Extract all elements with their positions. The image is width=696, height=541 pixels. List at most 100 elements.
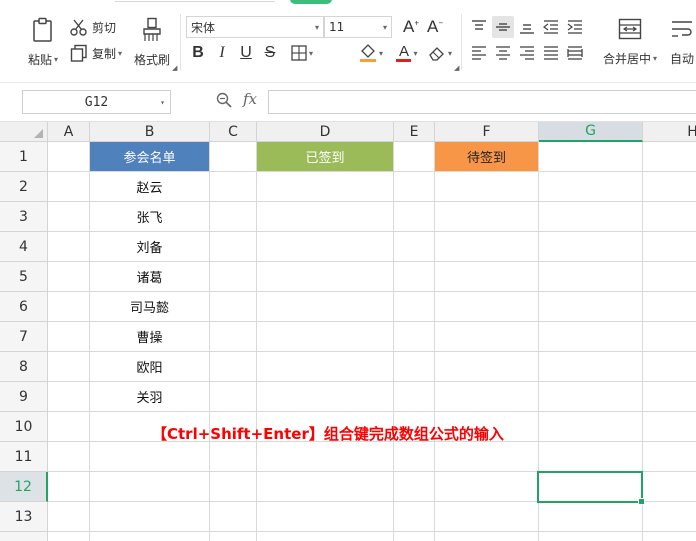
grid-cell[interactable]	[539, 142, 643, 172]
row-header-13[interactable]: 13	[0, 502, 48, 532]
grid-cell[interactable]	[210, 352, 257, 382]
grid-cell[interactable]	[210, 292, 257, 322]
format-painter-button[interactable]: 格式刷	[132, 14, 172, 70]
grid-cell[interactable]	[643, 322, 696, 352]
grid-cell[interactable]	[643, 442, 696, 472]
clear-format-dropdown-icon[interactable]: ▾	[448, 49, 452, 58]
grid-cell[interactable]	[643, 352, 696, 382]
borders-button[interactable]: ▾	[286, 42, 318, 64]
font-family-select[interactable]: 宋体 ▾	[186, 16, 324, 38]
cell-b6-name[interactable]: 司马懿	[90, 292, 210, 322]
grid-cell[interactable]	[210, 502, 257, 532]
grid-cell[interactable]	[394, 352, 435, 382]
merge-center-button[interactable]: 合并居中 ▾	[598, 14, 662, 70]
grid-cell[interactable]	[257, 382, 394, 412]
cell-b9-name[interactable]: 关羽	[90, 382, 210, 412]
column-header-e[interactable]: E	[394, 122, 435, 142]
grid-cell[interactable]	[539, 172, 643, 202]
grid-cell[interactable]	[539, 532, 643, 541]
name-box-dropdown-icon[interactable]: ▾	[160, 98, 165, 107]
grid-cell[interactable]	[48, 382, 90, 412]
grid-cell[interactable]	[257, 532, 394, 541]
column-header-a[interactable]: A	[48, 122, 90, 142]
clear-format-button[interactable]: ▾	[424, 42, 456, 64]
row-header-8[interactable]: 8	[0, 352, 48, 382]
grid-cell[interactable]	[210, 532, 257, 541]
grid-cell[interactable]	[257, 352, 394, 382]
grid-cell[interactable]	[48, 502, 90, 532]
grid-cell[interactable]	[210, 472, 257, 502]
copy-dropdown-icon[interactable]: ▾	[118, 49, 122, 58]
merge-center-dropdown-icon[interactable]: ▾	[653, 54, 657, 63]
tab-active-indicator[interactable]	[290, 0, 332, 4]
grid-cell[interactable]	[643, 472, 696, 502]
grid-cell[interactable]	[539, 262, 643, 292]
grid-cell[interactable]	[48, 352, 90, 382]
column-header-b[interactable]: B	[90, 122, 210, 142]
grid-cell[interactable]	[48, 142, 90, 172]
grid-cell[interactable]	[539, 502, 643, 532]
grid-cell[interactable]	[257, 442, 394, 472]
align-left-button[interactable]	[468, 42, 490, 64]
paste-button[interactable]: 粘贴 ▾	[24, 14, 62, 70]
grid-cell[interactable]	[643, 232, 696, 262]
align-center-button[interactable]	[492, 42, 514, 64]
grid-cell[interactable]	[643, 292, 696, 322]
row-header-11[interactable]: 11	[0, 442, 48, 472]
bold-button[interactable]: B	[188, 42, 208, 64]
grid-cell[interactable]	[257, 232, 394, 262]
grid-cell[interactable]	[48, 172, 90, 202]
decrease-indent-button[interactable]	[540, 16, 562, 38]
row-header-12[interactable]: 12	[0, 472, 48, 502]
grid-cell[interactable]	[257, 502, 394, 532]
grid-cell[interactable]	[394, 532, 435, 541]
grid-cell[interactable]	[435, 532, 539, 541]
grid-cell[interactable]	[394, 262, 435, 292]
row-header-7[interactable]: 7	[0, 322, 48, 352]
cell-b3-name[interactable]: 张飞	[90, 202, 210, 232]
align-top-button[interactable]	[468, 16, 490, 38]
auto-wrap-button[interactable]: 自动	[670, 14, 696, 70]
grid-cell[interactable]	[643, 142, 696, 172]
font-size-select[interactable]: 11 ▾	[324, 16, 392, 38]
grid-cell[interactable]	[435, 232, 539, 262]
cell-b1-header[interactable]: 参会名单	[90, 142, 210, 172]
grid-cell[interactable]	[90, 442, 210, 472]
align-middle-button[interactable]	[492, 16, 514, 38]
copy-button[interactable]: 复制 ▾	[70, 42, 122, 64]
grid-cell[interactable]	[210, 172, 257, 202]
paste-dropdown-icon[interactable]: ▾	[54, 55, 58, 64]
distributed-align-button[interactable]	[564, 42, 586, 64]
grid-cell[interactable]	[643, 412, 696, 442]
grid-cell[interactable]	[257, 472, 394, 502]
grid-cell[interactable]	[210, 232, 257, 262]
grid-cell[interactable]	[435, 262, 539, 292]
grid-cell[interactable]	[90, 532, 210, 541]
grid-cell[interactable]	[48, 322, 90, 352]
cell-b4-name[interactable]: 刘备	[90, 232, 210, 262]
cut-button[interactable]: 剪切	[70, 16, 116, 38]
font-color-button[interactable]: A ▾	[392, 42, 422, 64]
grid-cell[interactable]	[394, 382, 435, 412]
grid-cell[interactable]	[539, 292, 643, 322]
grid-cell[interactable]	[643, 172, 696, 202]
grid-cell[interactable]	[394, 142, 435, 172]
fill-color-button[interactable]: ▾	[354, 42, 388, 64]
underline-button[interactable]: U	[236, 42, 256, 64]
cell-b7-name[interactable]: 曹操	[90, 322, 210, 352]
grid-cell[interactable]	[435, 172, 539, 202]
grid-cell[interactable]	[210, 382, 257, 412]
grid-cell[interactable]	[435, 472, 539, 502]
grid-cell[interactable]	[48, 202, 90, 232]
formula-input[interactable]	[268, 90, 696, 114]
row-header-9[interactable]: 9	[0, 382, 48, 412]
column-header-c[interactable]: C	[210, 122, 257, 142]
grid-cell[interactable]	[394, 292, 435, 322]
grid-cell[interactable]	[48, 442, 90, 472]
grid-cell[interactable]	[48, 232, 90, 262]
grid-cell[interactable]	[210, 322, 257, 352]
clipboard-expand-icon[interactable]: ◢	[172, 64, 177, 72]
font-color-dropdown-icon[interactable]: ▾	[413, 49, 417, 58]
grid-cell[interactable]	[257, 322, 394, 352]
active-cell-g12[interactable]	[537, 471, 645, 505]
